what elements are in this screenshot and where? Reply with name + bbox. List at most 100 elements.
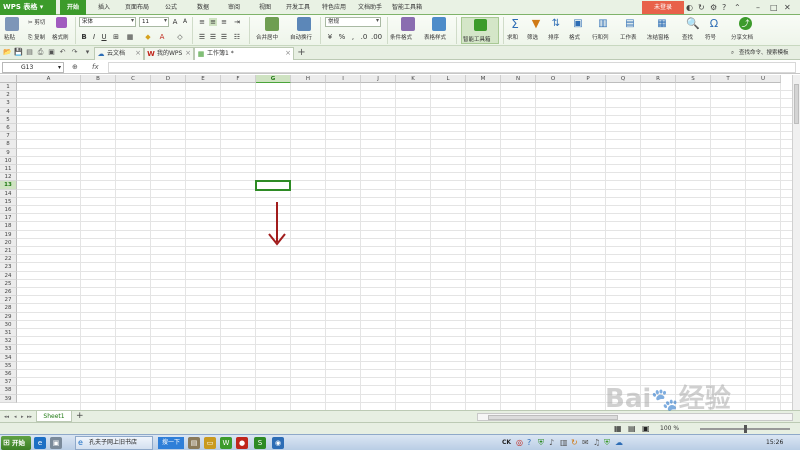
find-button[interactable]: 查找 <box>682 33 693 41</box>
worksheet-icon[interactable]: ▤ <box>624 17 636 31</box>
column-header-i[interactable]: I <box>326 75 361 83</box>
align-bottom-icon[interactable]: ≡ <box>220 18 228 26</box>
new-tab-icon[interactable]: + <box>297 48 306 58</box>
row-header-39[interactable]: 39 <box>0 394 17 403</box>
close-icon[interactable]: × <box>135 48 141 59</box>
row-header-30[interactable]: 30 <box>0 320 17 329</box>
security-tray-icon[interactable]: ⛨ <box>604 435 610 450</box>
merge-center-icon[interactable] <box>265 17 279 31</box>
spreadsheet-grid[interactable]: ABCDEFGHIJKLMNOPQRSTU 1 2 3 4 5 6 7 8 9 10 11 12 13 1… <box>0 75 800 410</box>
row-header-7[interactable]: 7 <box>0 132 17 141</box>
settings-icon[interactable]: ⚙ <box>710 0 717 15</box>
sort-icon[interactable]: ⇅ <box>550 17 562 31</box>
doc-tab-workbook[interactable]: ▦ 工作簿1 * × <box>194 47 294 60</box>
sort-button[interactable]: 排序 <box>548 33 559 41</box>
doc-tab-mywps[interactable]: W 我的WPS × <box>144 47 194 60</box>
row-header-12[interactable]: 12 <box>0 173 17 182</box>
clear-format-icon[interactable]: ◇ <box>176 33 184 41</box>
bell-icon[interactable]: ♫ <box>593 435 600 450</box>
row-header-14[interactable]: 14 <box>0 189 17 198</box>
row-header-24[interactable]: 24 <box>0 271 17 280</box>
indent-icon[interactable]: ⇥ <box>233 18 241 26</box>
save-icon[interactable]: 💾 <box>14 48 23 57</box>
row-header-31[interactable]: 31 <box>0 329 17 338</box>
row-header-17[interactable]: 17 <box>0 214 17 223</box>
row-header-13[interactable]: 13 <box>0 181 17 190</box>
tab-smart-toolbox[interactable]: 智能工具箱 <box>388 0 426 15</box>
conditional-format-icon[interactable] <box>401 17 415 31</box>
distributed-align-icon[interactable]: ☷ <box>233 33 241 41</box>
tab-special[interactable]: 特色应用 <box>318 0 350 15</box>
tab-doc-assistant[interactable]: 文档助手 <box>354 0 386 15</box>
thousands-icon[interactable]: , <box>349 33 357 41</box>
row-header-38[interactable]: 38 <box>0 386 17 395</box>
number-format-select[interactable]: 常规 <box>325 17 381 27</box>
name-box[interactable]: G13 <box>2 62 64 73</box>
ime-icon[interactable]: ◎ <box>516 435 523 450</box>
shield-tray-icon[interactable]: ⛨ <box>538 435 544 450</box>
align-center-icon[interactable]: ☰ <box>209 33 217 41</box>
undo-icon[interactable]: ↶ <box>58 48 67 57</box>
column-header-j[interactable]: J <box>361 75 396 83</box>
font-name-select[interactable]: 宋体 <box>79 17 136 27</box>
decrease-font-icon[interactable]: A <box>181 18 189 26</box>
doc-tab-cloud[interactable]: ☁ 云文档 × <box>94 47 144 60</box>
print-icon[interactable]: ⎙ <box>36 48 45 57</box>
quick-launch-icon[interactable]: ▣ <box>50 437 62 449</box>
align-top-icon[interactable]: ≡ <box>198 18 206 26</box>
column-header-d[interactable]: D <box>151 75 186 83</box>
row-header-9[interactable]: 9 <box>0 148 17 157</box>
row-header-15[interactable]: 15 <box>0 197 17 206</box>
last-sheet-icon[interactable]: ▸▸ <box>27 412 32 422</box>
find-icon[interactable]: 🔍 <box>686 17 700 31</box>
symbol-icon[interactable]: Ω <box>708 17 720 31</box>
horizontal-scroll-thumb[interactable] <box>488 415 618 420</box>
align-right-icon[interactable]: ☰ <box>220 33 228 41</box>
chat-app-icon[interactable]: ◉ <box>272 437 284 449</box>
smart-toolbox-button[interactable]: 智能工具箱 <box>461 17 499 44</box>
column-header-a[interactable]: A <box>17 75 81 83</box>
row-header-3[interactable]: 3 <box>0 99 17 108</box>
currency-icon[interactable]: ¥ <box>326 33 334 41</box>
row-header-16[interactable]: 16 <box>0 206 17 215</box>
column-header-h[interactable]: H <box>291 75 326 83</box>
underline-icon[interactable]: U <box>100 33 108 41</box>
sheet-tab-sheet1[interactable]: Sheet1 <box>36 411 72 422</box>
next-sheet-icon[interactable]: ▸ <box>21 412 24 422</box>
column-header-n[interactable]: N <box>501 75 536 83</box>
refresh-icon[interactable]: ↻ <box>698 0 705 15</box>
format-painter-icon[interactable] <box>56 17 67 28</box>
worksheet-button[interactable]: 工作表 <box>620 33 637 41</box>
clock[interactable]: 15:26 <box>766 435 783 450</box>
column-header-b[interactable]: B <box>81 75 116 83</box>
tab-data[interactable]: 数据 <box>192 0 214 15</box>
row-header-29[interactable]: 29 <box>0 312 17 321</box>
row-header-33[interactable]: 33 <box>0 345 17 354</box>
fill-color-icon[interactable]: ◆ <box>144 33 152 41</box>
tab-review[interactable]: 审阅 <box>223 0 245 15</box>
maximize-icon[interactable]: □ <box>770 0 778 15</box>
login-button[interactable]: 未登录 <box>642 1 684 14</box>
vertical-scrollbar[interactable] <box>792 75 800 410</box>
row-header-35[interactable]: 35 <box>0 361 17 370</box>
row-header-23[interactable]: 23 <box>0 263 17 272</box>
cell-area[interactable] <box>17 83 800 410</box>
row-header-37[interactable]: 37 <box>0 378 17 387</box>
selected-cell[interactable] <box>255 180 291 191</box>
freeze-panes-button[interactable]: 冻结窗格 <box>647 33 669 41</box>
column-header-p[interactable]: P <box>571 75 606 83</box>
mail-icon[interactable]: ✉ <box>582 435 589 450</box>
italic-icon[interactable]: I <box>90 33 98 41</box>
percent-icon[interactable]: % <box>338 33 346 41</box>
row-header-19[interactable]: 19 <box>0 230 17 239</box>
conditional-format-button[interactable]: 条件格式 <box>390 33 412 41</box>
column-header-l[interactable]: L <box>431 75 466 83</box>
row-header-11[interactable]: 11 <box>0 165 17 174</box>
column-header-k[interactable]: K <box>396 75 431 83</box>
align-left-icon[interactable]: ☰ <box>198 33 206 41</box>
copy-button[interactable]: ⎘ 复制 <box>28 33 45 42</box>
zoom-slider-knob[interactable] <box>744 425 747 433</box>
wps-icon[interactable]: W <box>220 437 232 449</box>
tab-view[interactable]: 视图 <box>254 0 276 15</box>
sum-button[interactable]: 求和 <box>507 33 518 41</box>
